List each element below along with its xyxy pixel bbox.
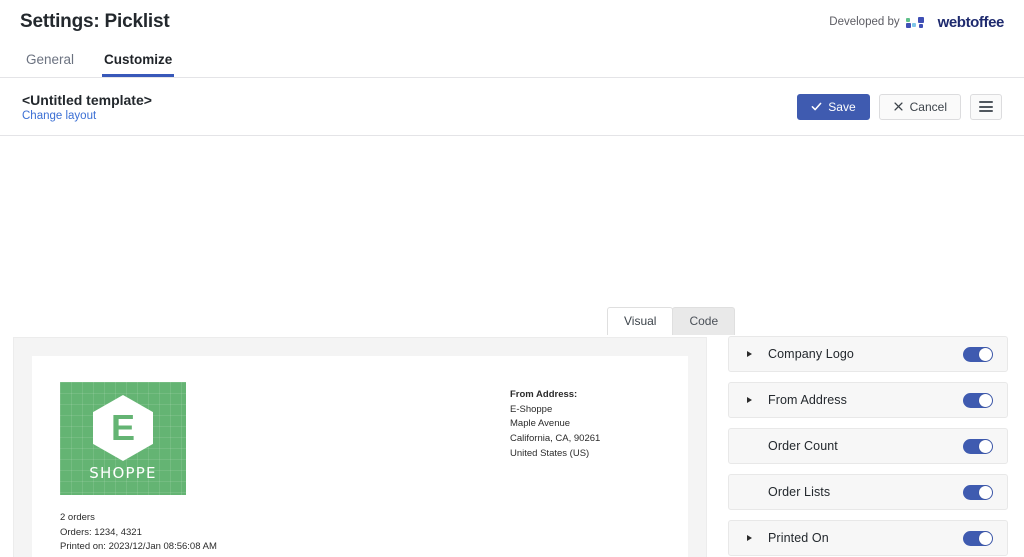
toggle-company-logo[interactable] bbox=[963, 346, 993, 362]
from-address-line: United States (US) bbox=[510, 447, 590, 459]
logo-wordmark: SHOPPE bbox=[89, 464, 157, 482]
workspace: Visual Code E SHOPPE From Address: E-Sho… bbox=[0, 136, 1024, 557]
developed-by-credit: Developed by webtoffee bbox=[829, 14, 1004, 31]
document-header: E SHOPPE From Address: E-Shoppe Maple Av… bbox=[60, 382, 660, 495]
hamburger-icon bbox=[979, 101, 993, 112]
tab-code[interactable]: Code bbox=[672, 307, 736, 336]
setting-row-order-count[interactable]: Order Count bbox=[728, 428, 1008, 464]
template-toolbar: <Untitled template> Change layout Save C… bbox=[0, 78, 1024, 136]
chevron-right-icon[interactable] bbox=[747, 397, 757, 403]
from-address-line: E-Shoppe bbox=[510, 403, 553, 415]
template-toolbar-actions: Save Cancel bbox=[797, 93, 1002, 120]
close-icon bbox=[894, 102, 903, 111]
setting-label: Company Logo bbox=[768, 347, 854, 361]
chevron-right-icon[interactable] bbox=[747, 351, 757, 357]
picklist-document: E SHOPPE From Address: E-Shoppe Maple Av… bbox=[32, 356, 688, 557]
settings-tabbar: General Customize bbox=[0, 44, 1024, 78]
from-address-line: Maple Avenue bbox=[510, 418, 571, 430]
preview-view-tabs: Visual Code bbox=[607, 307, 736, 336]
order-count-text: 2 orders bbox=[60, 512, 95, 523]
template-meta: <Untitled template> Change layout bbox=[22, 92, 152, 122]
toggle-order-count[interactable] bbox=[963, 438, 993, 454]
company-logo: E SHOPPE bbox=[60, 382, 186, 495]
template-menu-button[interactable] bbox=[970, 93, 1002, 120]
setting-row-from-address[interactable]: From Address bbox=[728, 382, 1008, 418]
check-icon bbox=[811, 102, 822, 111]
save-button-label: Save bbox=[828, 99, 856, 114]
page-title: Settings: Picklist bbox=[20, 11, 170, 32]
toggle-printed-on[interactable] bbox=[963, 530, 993, 546]
from-address-block: From Address: E-Shoppe Maple Avenue Cali… bbox=[510, 382, 660, 462]
toggle-order-lists[interactable] bbox=[963, 484, 993, 500]
developed-by-label: Developed by bbox=[829, 16, 900, 28]
setting-label: Order Count bbox=[768, 439, 838, 453]
cancel-button-label: Cancel bbox=[909, 99, 947, 114]
template-name: <Untitled template> bbox=[22, 91, 152, 108]
template-preview-container: E SHOPPE From Address: E-Shoppe Maple Av… bbox=[13, 337, 707, 557]
printed-on-text: Printed on: 2023/12/Jan 08:56:08 AM bbox=[60, 541, 217, 553]
toggle-from-address[interactable] bbox=[963, 392, 993, 408]
chevron-right-icon[interactable] bbox=[747, 535, 757, 541]
setting-label: From Address bbox=[768, 393, 848, 407]
change-layout-link[interactable]: Change layout bbox=[22, 110, 152, 122]
logo-letter: E bbox=[110, 407, 135, 448]
from-address-title: From Address: bbox=[510, 389, 578, 400]
setting-row-order-lists[interactable]: Order Lists bbox=[728, 474, 1008, 510]
setting-label: Printed On bbox=[768, 531, 829, 545]
setting-row-company-logo[interactable]: Company Logo bbox=[728, 336, 1008, 372]
template-settings-panel: Company Logo From Address Order Count Or… bbox=[728, 336, 1008, 557]
order-meta-block: 2 orders Orders: 1234, 4321 Printed on: … bbox=[60, 511, 660, 555]
cancel-button[interactable]: Cancel bbox=[878, 93, 961, 120]
setting-label: Order Lists bbox=[768, 485, 831, 499]
webtoffee-brand-name: webtoffee bbox=[937, 13, 1005, 31]
tab-visual[interactable]: Visual bbox=[607, 307, 674, 336]
save-button[interactable]: Save bbox=[797, 93, 870, 120]
tab-customize[interactable]: Customize bbox=[102, 52, 175, 77]
tab-general[interactable]: General bbox=[24, 52, 76, 78]
order-list-text: Orders: 1234, 4321 bbox=[60, 526, 142, 538]
app-header: Settings: Picklist Developed by webtoffe… bbox=[0, 0, 1024, 44]
setting-row-printed-on[interactable]: Printed On bbox=[728, 520, 1008, 556]
webtoffee-logo-icon bbox=[905, 16, 932, 29]
hexagon-logo-icon: E bbox=[93, 395, 153, 461]
from-address-line: California, CA, 90261 bbox=[510, 433, 601, 445]
